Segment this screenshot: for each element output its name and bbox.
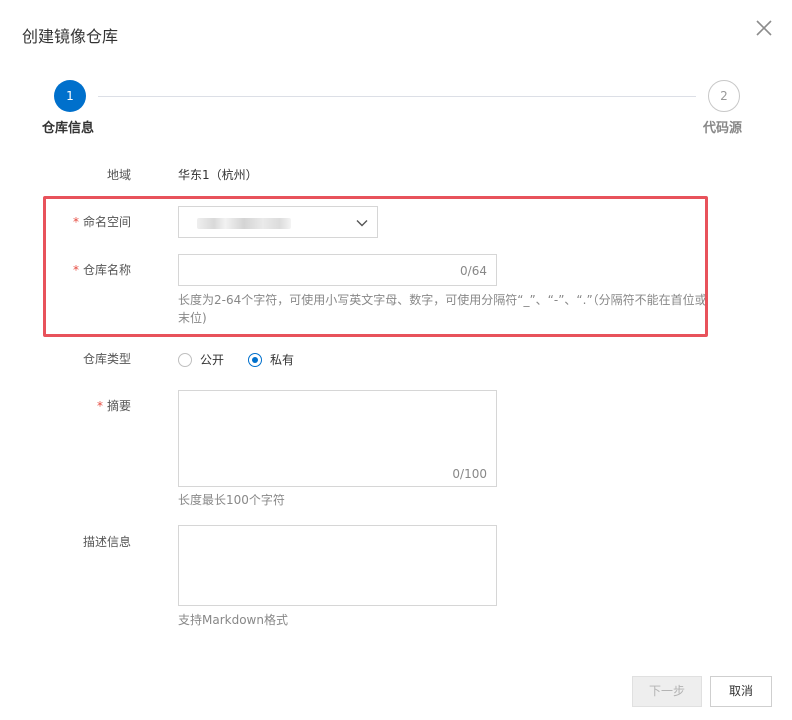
namespace-select[interactable] [178, 206, 378, 238]
description-textarea[interactable] [178, 525, 497, 606]
region-value: 华东1（杭州） [178, 168, 258, 182]
steps-connector [98, 96, 696, 97]
summary-textarea[interactable]: 0/100 [178, 390, 497, 487]
radio-public-label: 公开 [200, 353, 225, 367]
repo-name-help: 长度为2-64个字符，可使用小写英文字母、数字，可使用分隔符“_”、“-”、“.… [178, 293, 707, 325]
radio-private-label: 私有 [270, 353, 295, 367]
namespace-value-redacted [197, 218, 291, 229]
step-1-label: 仓库信息 [42, 121, 95, 136]
create-repo-dialog: 创建镜像仓库 1 2 仓库信息 代码源 地域 华东1（杭州） * 命名空间 * 仓库… [0, 0, 792, 720]
dialog-title: 创建镜像仓库 [22, 27, 119, 46]
required-mark: * [72, 263, 79, 277]
description-help: 支持Markdown格式 [178, 613, 288, 627]
cancel-button[interactable]: 取消 [710, 676, 772, 707]
close-icon [756, 20, 772, 36]
next-button[interactable]: 下一步 [632, 676, 702, 707]
radio-public[interactable]: 公开 [178, 352, 224, 368]
required-mark: * [96, 399, 103, 413]
repo-name-input[interactable]: 0/64 [178, 254, 497, 286]
namespace-label: * 命名空间 [72, 215, 131, 229]
description-label: 描述信息 [82, 535, 131, 549]
radio-public-circle[interactable] [178, 353, 192, 367]
summary-counter: 0/100 [452, 467, 487, 481]
step-2-label: 代码源 [703, 121, 743, 136]
summary-label: * 摘要 [96, 399, 131, 413]
required-mark: * [72, 215, 79, 229]
summary-help: 长度最长100个字符 [178, 493, 285, 507]
chevron-down-icon [356, 220, 368, 227]
close-button[interactable] [753, 17, 775, 39]
step-2-indicator: 2 [708, 80, 740, 112]
repo-type-radio-group: 公开 私有 [178, 352, 294, 368]
repo-name-label: * 仓库名称 [72, 263, 131, 277]
radio-private-circle[interactable] [248, 353, 263, 367]
step-1-indicator: 1 [54, 80, 86, 112]
region-label: 地域 [106, 168, 131, 182]
radio-private[interactable]: 私有 [248, 352, 294, 368]
repo-type-label: 仓库类型 [82, 352, 131, 366]
repo-name-counter: 0/64 [460, 264, 487, 278]
